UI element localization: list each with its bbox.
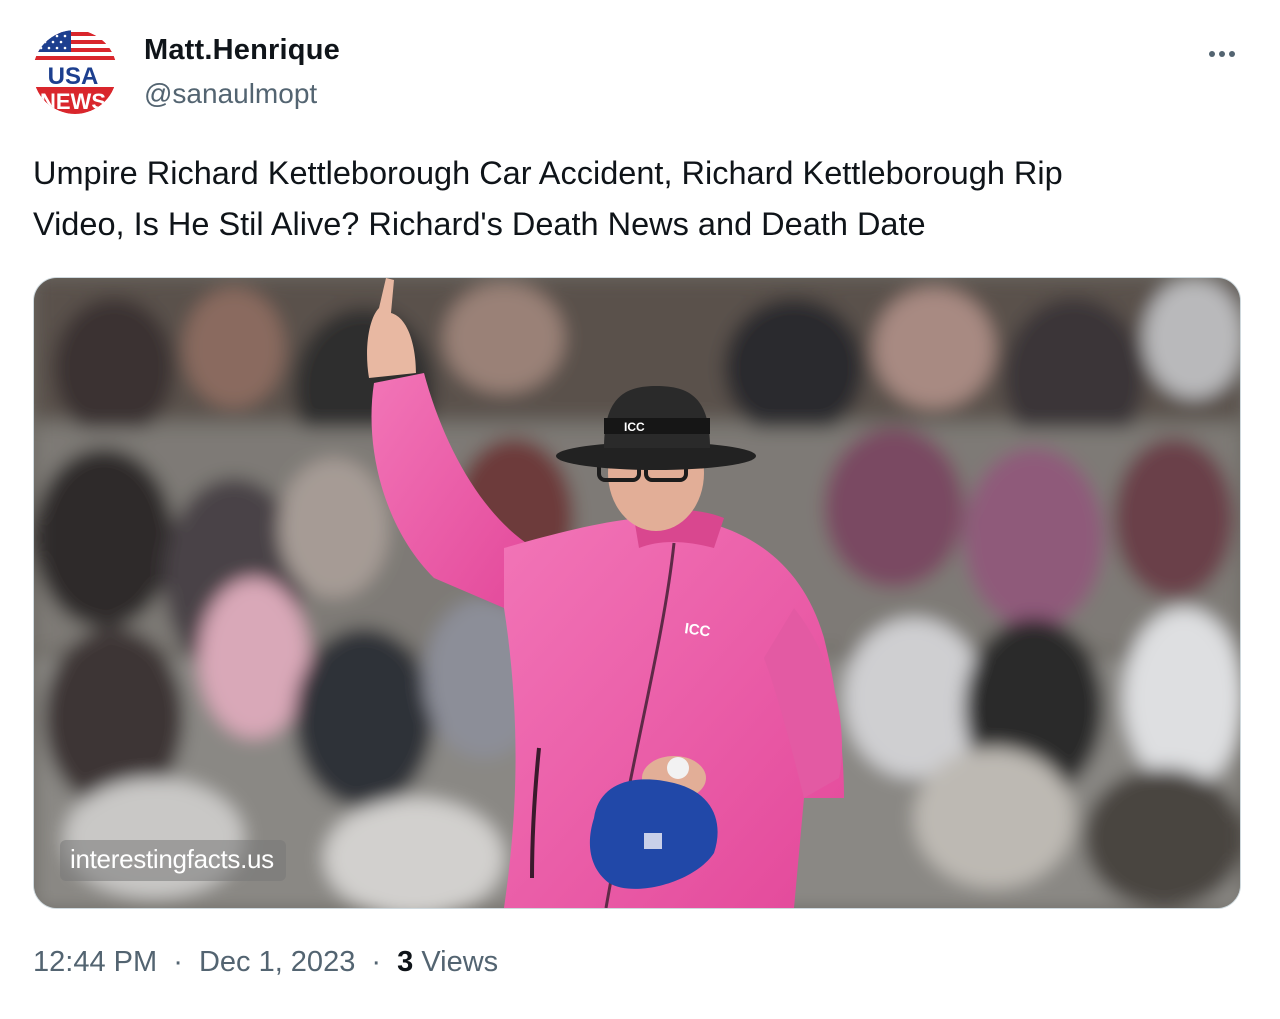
more-options-button[interactable] [1196, 36, 1248, 72]
author-display-name[interactable]: Matt.Henrique [144, 34, 340, 67]
hat-logo-text: ICC [624, 420, 645, 434]
views-count[interactable]: 3 [397, 946, 413, 978]
jacket-logo-text: ICC [683, 620, 711, 640]
tweet-meta: 12:44 PM · Dec 1, 2023 · 3 Views [33, 946, 498, 979]
tweet-text: Umpire Richard Kettleborough Car Acciden… [33, 155, 1063, 242]
photo-watermark: interestingfacts.us [60, 840, 286, 881]
tweet-photo[interactable]: ICC ICC interestingfacts.us [33, 277, 1241, 909]
usa-news-logo: USA NEWS [33, 30, 117, 114]
tweet-date[interactable]: Dec 1, 2023 [199, 946, 355, 978]
more-horizontal-icon [1207, 51, 1237, 57]
tweet-time[interactable]: 12:44 PM [33, 946, 157, 978]
views-label[interactable]: Views [421, 946, 498, 978]
avatar[interactable]: USA NEWS [33, 30, 117, 114]
umpire-photo: ICC ICC [34, 278, 1240, 908]
meta-separator: · [371, 946, 382, 978]
author-handle[interactable]: @sanaulmopt [144, 78, 317, 110]
avatar-bottom-text: NEWS [40, 89, 106, 114]
meta-separator: · [173, 946, 183, 978]
tweet-card: USA NEWS Matt.Henrique @sanaulmopt Umpir… [0, 0, 1280, 1019]
avatar-top-text: USA [48, 63, 99, 90]
